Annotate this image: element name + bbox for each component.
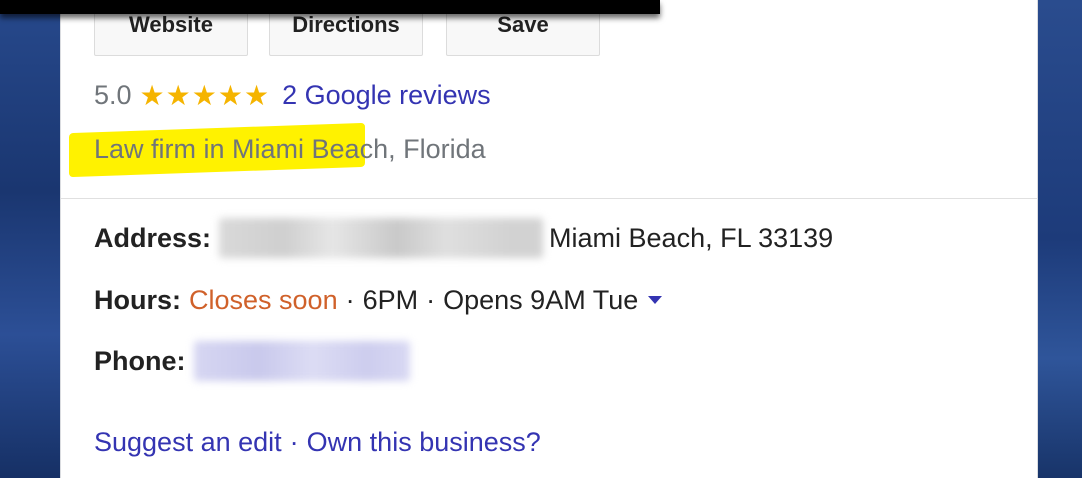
hours-row: Hours: Closes soon · 6PM · Opens 9AM Tue bbox=[94, 282, 663, 318]
phone-row: Phone: bbox=[94, 341, 410, 381]
hours-label: Hours: bbox=[94, 284, 181, 315]
rating-row: 5.0 ★★★★★ 2 Google reviews bbox=[94, 76, 491, 114]
own-business-link[interactable]: Own this business? bbox=[307, 427, 541, 458]
rating-score: 5.0 bbox=[94, 79, 132, 110]
address-label: Address: bbox=[94, 222, 212, 253]
business-panel: Website Directions Save 5.0 ★★★★★ 2 Goog… bbox=[60, 0, 1038, 478]
address-city: Miami Beach, FL 33139 bbox=[549, 222, 834, 253]
background-right bbox=[1036, 0, 1082, 478]
footer-links: Suggest an edit · Own this business? bbox=[94, 424, 541, 460]
hours-separator-2: · bbox=[426, 284, 436, 315]
opens-time[interactable]: Opens 9AM Tue bbox=[443, 285, 638, 316]
address-row: Address: Miami Beach, FL 33139 bbox=[94, 218, 834, 258]
hours-separator: · bbox=[345, 284, 355, 315]
divider bbox=[61, 198, 1037, 199]
footer-separator: · bbox=[289, 426, 299, 457]
chevron-down-icon[interactable] bbox=[648, 296, 663, 304]
suggest-edit-link[interactable]: Suggest an edit bbox=[94, 427, 282, 458]
star-rating-icon: ★★★★★ bbox=[139, 79, 271, 111]
overlay-shadow-bar bbox=[0, 0, 660, 14]
business-category: Law firm in Miami Beach, Florida bbox=[94, 133, 486, 164]
redacted-phone-number bbox=[193, 341, 410, 381]
closes-soon-status: Closes soon bbox=[189, 284, 338, 315]
close-time: 6PM bbox=[362, 284, 419, 315]
redacted-street-address bbox=[219, 218, 544, 258]
google-reviews-link[interactable]: 2 Google reviews bbox=[282, 80, 491, 111]
phone-label: Phone: bbox=[94, 345, 186, 376]
background-left bbox=[0, 0, 60, 478]
